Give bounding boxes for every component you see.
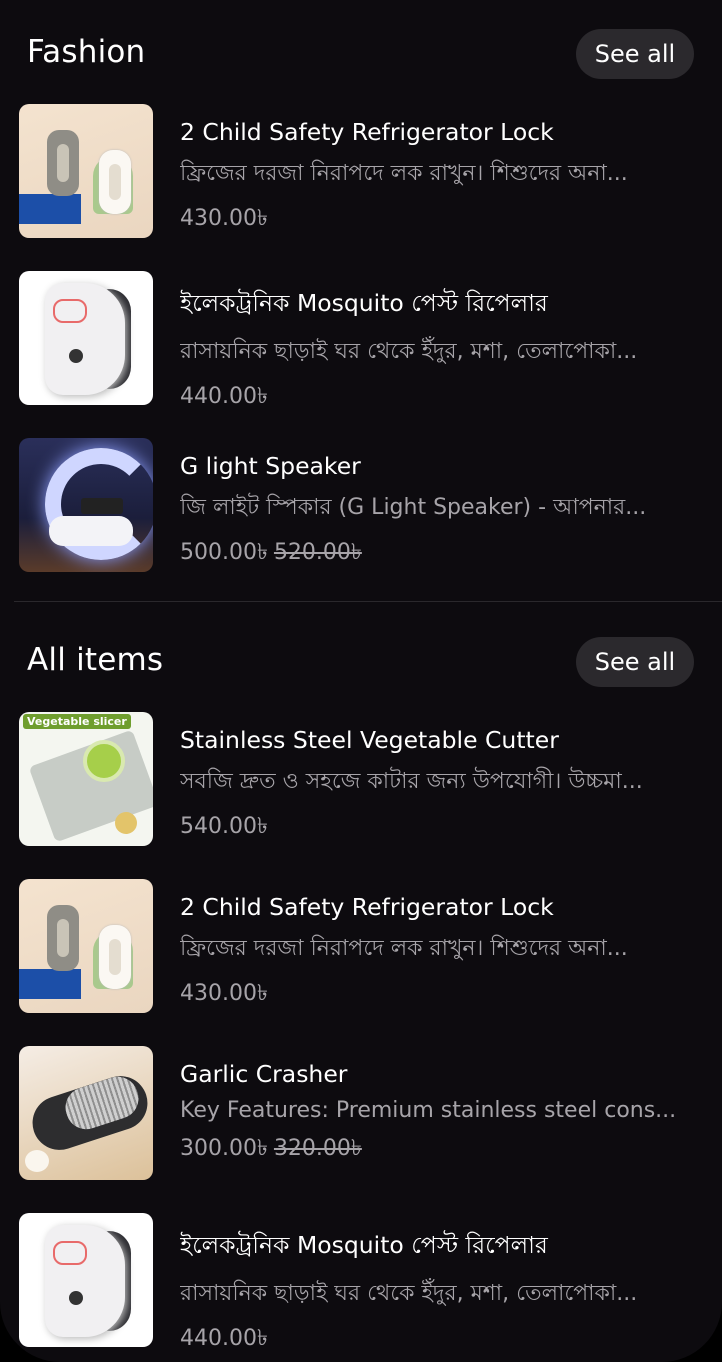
product-image xyxy=(19,1213,153,1347)
product-name: ইলেকট্রনিক Mosquito পেস্ট রিপেলার xyxy=(180,289,548,317)
product-price: 500.00৳ xyxy=(180,540,268,565)
product-item[interactable]: Vegetable slicer Stainless Steel Vegetab… xyxy=(0,712,722,852)
image-label: Vegetable slicer xyxy=(23,714,131,729)
product-image: Vegetable slicer xyxy=(19,712,153,846)
product-image xyxy=(19,438,153,572)
see-all-button-all-items[interactable]: See all xyxy=(576,637,694,687)
product-image xyxy=(19,104,153,238)
see-all-button-fashion[interactable]: See all xyxy=(576,29,694,79)
product-name: 2 Child Safety Refrigerator Lock xyxy=(180,118,554,146)
product-image xyxy=(19,271,153,405)
product-description: রাসায়নিক ছাড়াই ঘর থেকে ইঁদুর, মশা, তেল… xyxy=(180,1281,638,1306)
product-price: 300.00৳ xyxy=(180,1136,268,1161)
section-title-all-items: All items xyxy=(27,642,164,678)
product-price: 440.00৳ xyxy=(180,1326,268,1351)
product-old-price: 320.00৳ xyxy=(273,1136,362,1161)
product-item[interactable]: 2 Child Safety Refrigerator Lock ফ্রিজের… xyxy=(0,879,722,1019)
product-name: Garlic Crasher xyxy=(180,1060,348,1088)
product-name: 2 Child Safety Refrigerator Lock xyxy=(180,893,554,921)
section-title-fashion: Fashion xyxy=(27,34,146,70)
product-description: সবজি দ্রুত ও সহজে কাটার জন্য উপযোগী। উচ্… xyxy=(180,769,643,794)
product-item[interactable]: ইলেকট্রনিক Mosquito পেস্ট রিপেলার রাসায়… xyxy=(0,1213,722,1353)
product-price: 430.00৳ xyxy=(180,206,268,231)
product-image xyxy=(19,1046,153,1180)
product-name: ইলেকট্রনিক Mosquito পেস্ট রিপেলার xyxy=(180,1231,548,1259)
product-name: Stainless Steel Vegetable Cutter xyxy=(180,726,559,754)
product-description: ফ্রিজের দরজা নিরাপদে লক রাখুন। শিশুদের অ… xyxy=(180,161,628,186)
product-price: 430.00৳ xyxy=(180,981,268,1006)
product-description: ফ্রিজের দরজা নিরাপদে লক রাখুন। শিশুদের অ… xyxy=(180,936,628,961)
product-description: জি লাইট স্পিকার (G Light Speaker) - আপনা… xyxy=(180,495,647,520)
product-image xyxy=(19,879,153,1013)
product-price: 440.00৳ xyxy=(180,384,268,409)
product-old-price: 520.00৳ xyxy=(273,540,362,565)
product-description: রাসায়নিক ছাড়াই ঘর থেকে ইঁদুর, মশা, তেল… xyxy=(180,339,638,364)
product-item[interactable]: G light Speaker জি লাইট স্পিকার (G Light… xyxy=(0,438,722,578)
screen: Fashion See all 2 Child Safety Refrigera… xyxy=(0,0,722,1362)
product-item[interactable]: ইলেকট্রনিক Mosquito পেস্ট রিপেলার রাসায়… xyxy=(0,271,722,411)
product-item[interactable]: Garlic Crasher Key Features: Premium sta… xyxy=(0,1046,722,1186)
section-divider xyxy=(14,601,722,602)
product-item[interactable]: 2 Child Safety Refrigerator Lock ফ্রিজের… xyxy=(0,104,722,244)
product-description: Key Features: Premium stainless steel co… xyxy=(180,1098,677,1123)
product-name: G light Speaker xyxy=(180,452,361,480)
product-price: 540.00৳ xyxy=(180,814,268,839)
